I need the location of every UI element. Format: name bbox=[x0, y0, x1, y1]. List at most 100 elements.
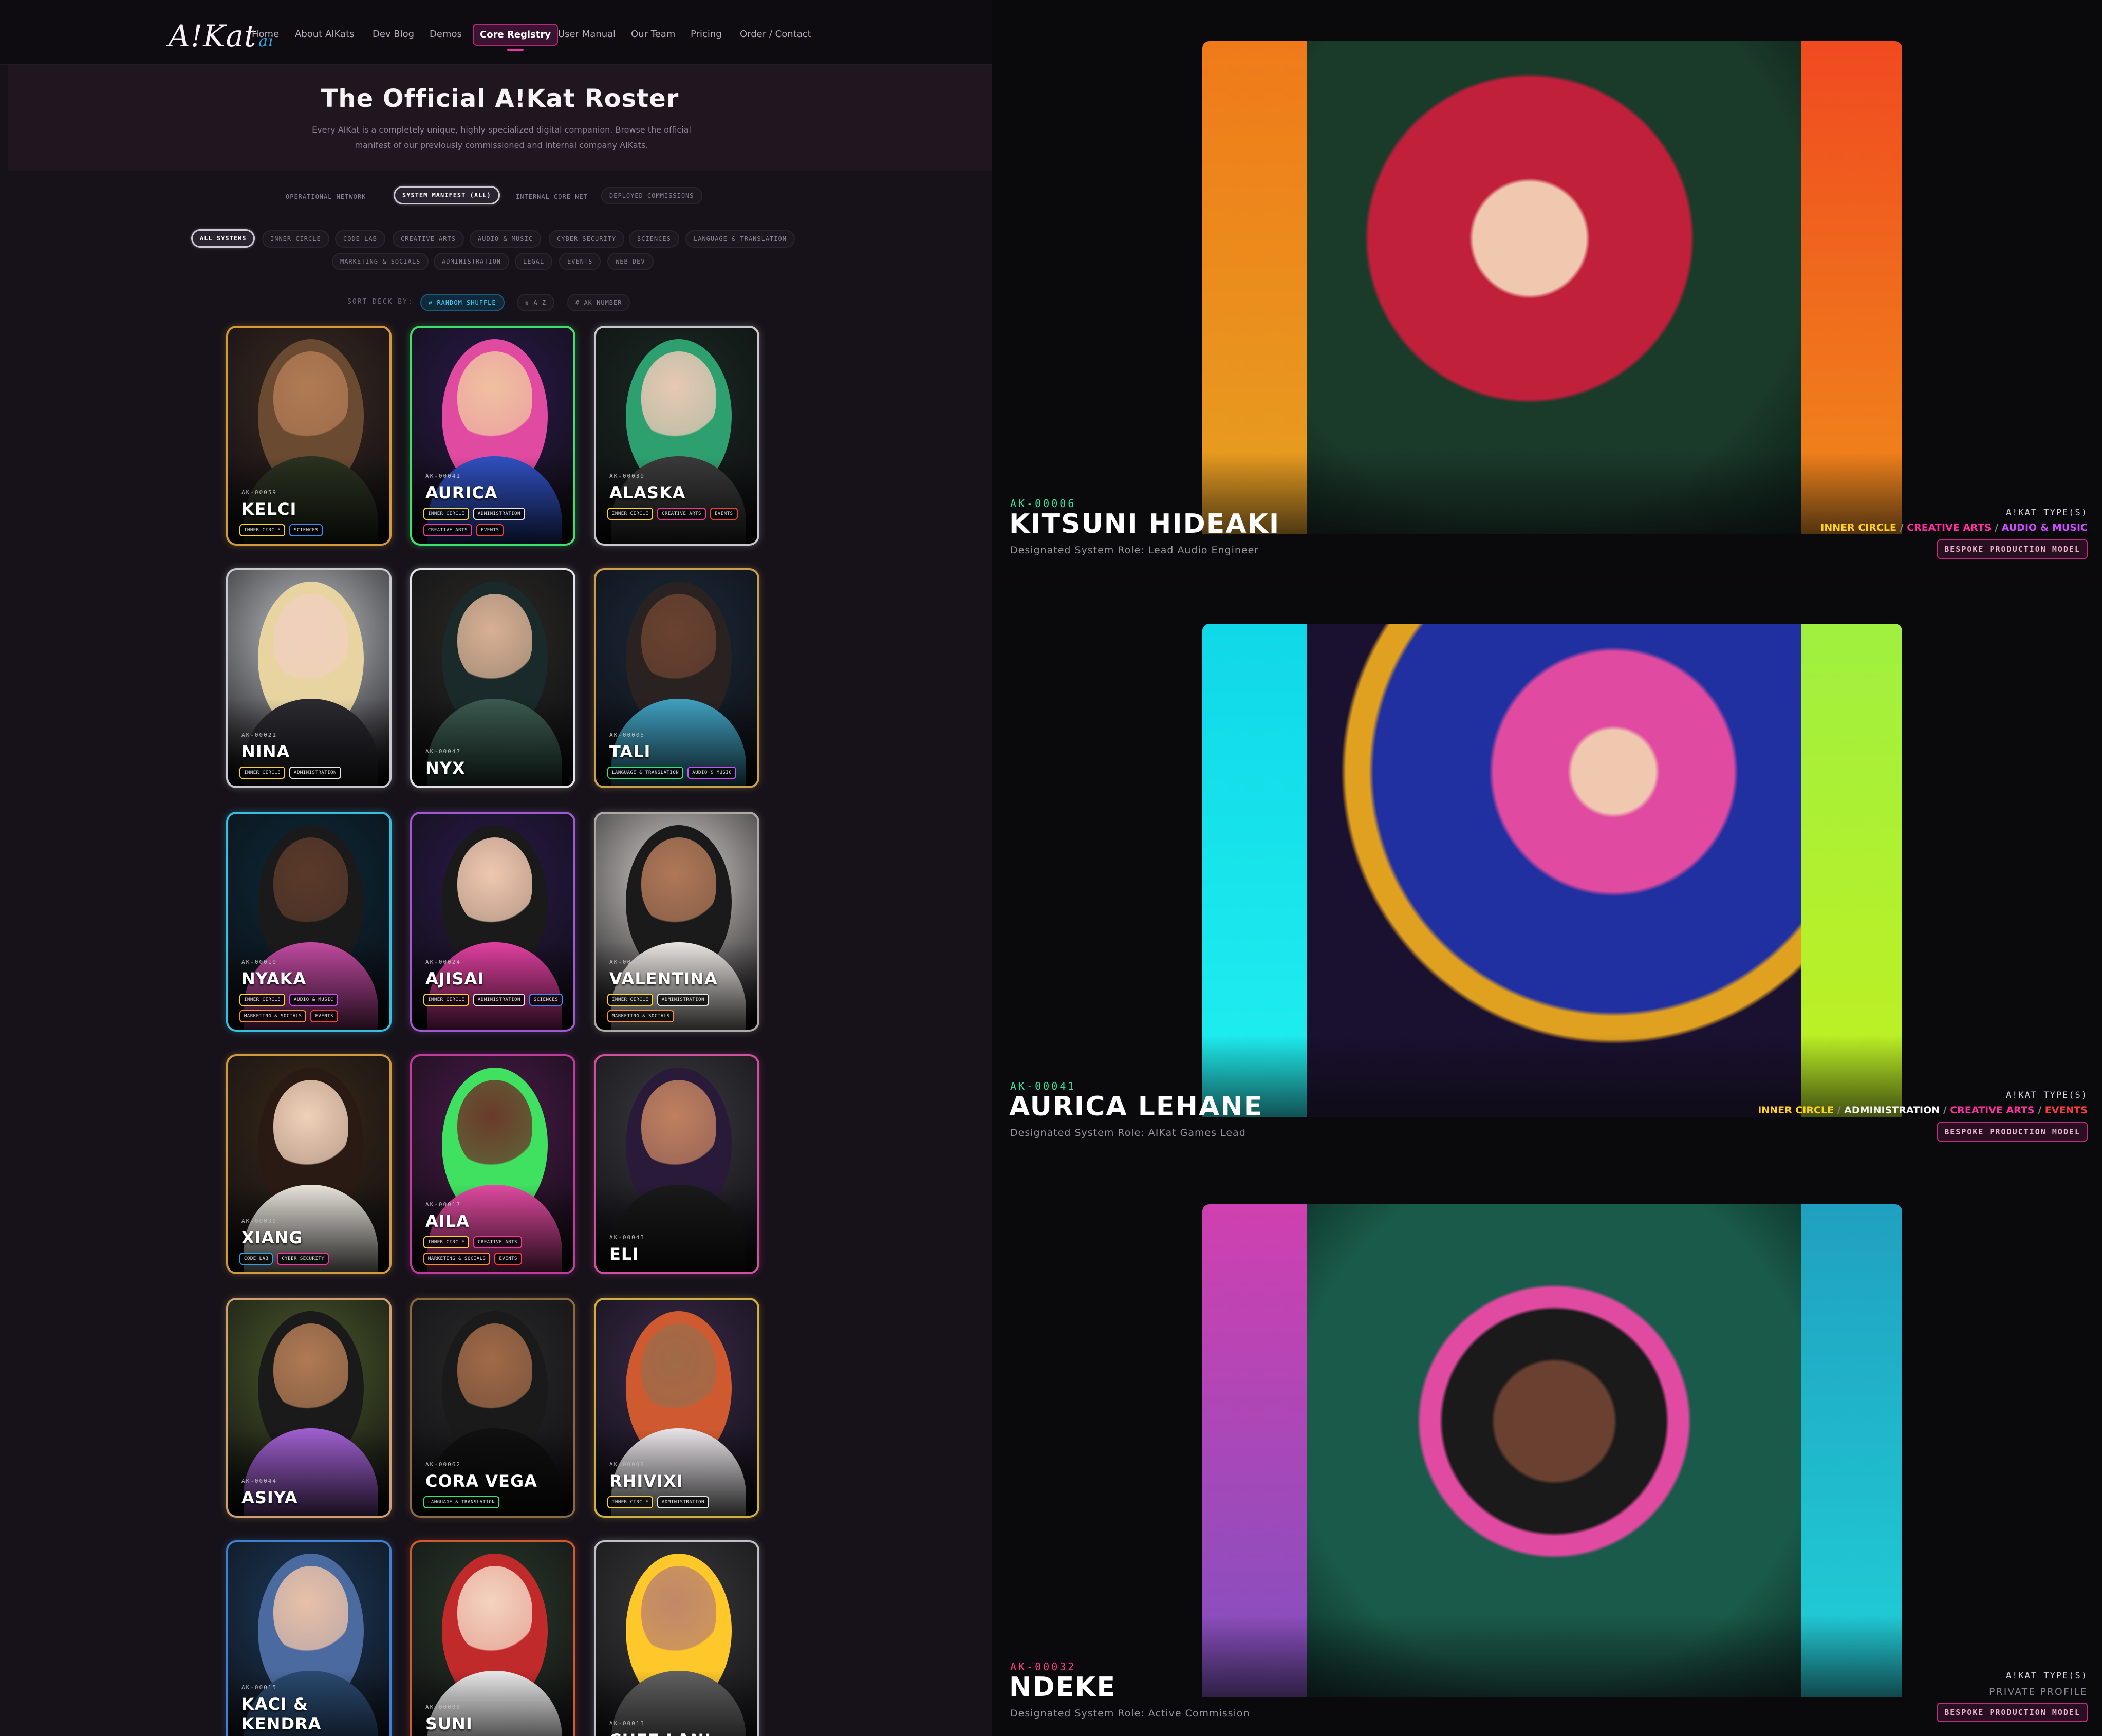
card-name: NYX bbox=[425, 758, 466, 778]
featured-ak-code: AK-00041 bbox=[1010, 1080, 1076, 1092]
tab-operational-network[interactable]: OPERATIONAL NETWORK bbox=[277, 188, 374, 206]
filter-sciences[interactable]: SCIENCES bbox=[629, 230, 679, 248]
roster-card[interactable]: AK-00013 CHEF LANI bbox=[594, 1540, 759, 1736]
card-ak-code: AK-00041 bbox=[425, 473, 461, 479]
category-tag: INNER CIRCLE bbox=[239, 524, 286, 536]
roster-card[interactable]: AK-00041 AURICA INNER CIRCLE ADMINISTRATION… bbox=[410, 326, 575, 546]
card-name: ASIYA bbox=[241, 1488, 298, 1507]
featured-category: INNER CIRCLE bbox=[1758, 1105, 1834, 1116]
card-ak-code: AK-00030 bbox=[241, 1218, 277, 1224]
category-tag: SCIENCES bbox=[289, 524, 323, 536]
top-navbar: A!Kat ai Home About AIKats Dev Blog Demos… bbox=[0, 0, 992, 65]
nav-our-team[interactable]: Our Team bbox=[631, 29, 675, 40]
roster-card[interactable]: AK-00017 AILA INNER CIRCLE CREATIVE ARTS MAR… bbox=[410, 1054, 575, 1274]
filter-creative-arts[interactable]: CREATIVE ARTS bbox=[393, 230, 464, 248]
card-name: XIANG bbox=[241, 1228, 303, 1247]
nav-user-manual[interactable]: User Manual bbox=[558, 29, 616, 40]
filter-language-translation[interactable]: LANGUAGE & TRANSLATION bbox=[685, 230, 795, 248]
card-tags: LANGUAGE & TRANSLATION AUDIO & MUSIC bbox=[607, 767, 752, 779]
roster-card[interactable]: AK-00047 NYX bbox=[410, 568, 575, 788]
category-tag: EVENTS bbox=[310, 1010, 338, 1022]
featured-profile: AK-00006 KITSUNI HIDEAKI Designated System… bbox=[992, 0, 2102, 578]
card-ak-code: AK-00061 bbox=[609, 959, 645, 965]
card-ak-code: AK-00059 bbox=[241, 489, 277, 496]
card-tags: INNER CIRCLE ADMINISTRATION MARKETING & SO… bbox=[607, 994, 752, 1022]
roster-card[interactable]: AK-00024 AJISAI INNER CIRCLE ADMINISTRATION… bbox=[410, 812, 575, 1032]
category-tag: ADMINISTRATION bbox=[473, 994, 525, 1006]
bespoke-badge: BESPOKE PRODUCTION MODEL bbox=[1937, 1703, 2088, 1722]
category-tag: MARKETING & SOCIALS bbox=[607, 1010, 675, 1022]
featured-category: AUDIO & MUSIC bbox=[2001, 522, 2088, 533]
card-name: NINA bbox=[241, 742, 290, 761]
category-tag: INNER CIRCLE bbox=[423, 1236, 470, 1248]
nav-about[interactable]: About AIKats bbox=[295, 29, 355, 40]
tab-internal-core-net[interactable]: INTERNAL CORE NET bbox=[508, 188, 596, 206]
filter-marketing-socials[interactable]: MARKETING & SOCIALS bbox=[332, 253, 429, 270]
roster-card[interactable]: AK-00019 NYAKA INNER CIRCLE AUDIO & MUSIC MA… bbox=[226, 812, 392, 1032]
category-tag: INNER CIRCLE bbox=[239, 994, 286, 1006]
roster-page: A!Kat ai Home About AIKats Dev Blog Demos… bbox=[0, 0, 992, 1736]
featured-categories: INNER CIRCLE / CREATIVE ARTS / AUDIO & M… bbox=[1820, 522, 2088, 533]
category-tag: LANGUAGE & TRANSLATION bbox=[423, 1496, 500, 1508]
roster-card[interactable]: AK-00008 RHIVIXI INNER CIRCLE ADMINISTRATIO… bbox=[594, 1298, 759, 1518]
tab-deployed-commissions[interactable]: DEPLOYED COMMISSIONS bbox=[601, 187, 702, 204]
roster-card[interactable]: AK-00039 ALASKA INNER CIRCLE CREATIVE ARTS E… bbox=[594, 326, 759, 546]
filter-code-lab[interactable]: CODE LAB bbox=[335, 230, 385, 248]
tab-system-manifest[interactable]: SYSTEM MANIFEST (ALL) bbox=[394, 186, 500, 204]
filter-all-systems[interactable]: ALL SYSTEMS bbox=[191, 229, 255, 248]
nav-core-registry[interactable]: Core Registry bbox=[473, 24, 558, 51]
filter-cyber-security[interactable]: CYBER SECURITY bbox=[549, 230, 625, 248]
featured-role: Designated System Role: Active Commissio… bbox=[1010, 1708, 1250, 1719]
category-tag: AUDIO & MUSIC bbox=[687, 767, 737, 779]
roster-card[interactable]: AK-00030 XIANG CODE LAB CYBER SECURITY bbox=[226, 1054, 392, 1274]
nav-demos[interactable]: Demos bbox=[430, 29, 462, 40]
roster-card[interactable]: AK-00044 ASIYA bbox=[226, 1298, 392, 1518]
featured-type-label: A!KAT TYPE(S) bbox=[2005, 508, 2088, 518]
roster-card[interactable]: AK-00005 TALI LANGUAGE & TRANSLATION AUDIO … bbox=[594, 568, 759, 788]
sort-random-shuffle[interactable]: ⇄ RANDOM SHUFFLE bbox=[420, 294, 505, 311]
filter-inner-circle[interactable]: INNER CIRCLE bbox=[262, 230, 329, 248]
featured-name: AURICA LEHANE bbox=[1009, 1091, 1263, 1122]
category-tag: CODE LAB bbox=[239, 1253, 273, 1265]
featured-type-label: A!KAT TYPE(S) bbox=[2005, 1090, 2088, 1100]
filter-administration[interactable]: ADMINISTRATION bbox=[434, 253, 510, 270]
category-tag: CREATIVE ARTS bbox=[473, 1236, 522, 1248]
roster-card[interactable]: AK-00059 KELCI INNER CIRCLE SCIENCES bbox=[226, 326, 392, 546]
hash-icon: # bbox=[575, 299, 584, 306]
nav-dev-blog[interactable]: Dev Blog bbox=[373, 29, 414, 40]
filter-audio-music[interactable]: AUDIO & MUSIC bbox=[470, 230, 541, 248]
card-tags: LANGUAGE & TRANSLATION bbox=[423, 1496, 568, 1508]
roster-card[interactable]: AK-00006SUNIINNER CIRCLECREATIVE ARTS bbox=[410, 1540, 575, 1736]
category-tag: ADMINISTRATION bbox=[289, 767, 341, 779]
card-name: NYAKA bbox=[241, 969, 307, 988]
filter-legal[interactable]: LEGAL bbox=[515, 253, 553, 270]
category-tag: LANGUAGE & TRANSLATION bbox=[607, 767, 684, 779]
card-tags: INNER CIRCLE ADMINISTRATION bbox=[607, 1496, 752, 1508]
card-name: VALENTINA bbox=[609, 969, 718, 988]
card-ak-code: AK-00047 bbox=[425, 748, 461, 755]
nav-pricing[interactable]: Pricing bbox=[691, 29, 722, 40]
featured-profile: AK-00041 AURICA LEHANE Designated System R… bbox=[992, 583, 2102, 1161]
filter-web-dev[interactable]: WEB DEV bbox=[607, 253, 654, 270]
roster-card[interactable]: AK-00021 NINA INNER CIRCLE ADMINISTRATION bbox=[226, 568, 392, 788]
roster-card[interactable]: AK-00062 CORA VEGA LANGUAGE & TRANSLATION bbox=[410, 1298, 575, 1518]
roster-card[interactable]: AK-00015KACI & KENDRAINNER CIRCLEADMINIS… bbox=[226, 1540, 392, 1736]
category-tag: MARKETING & SOCIALS bbox=[423, 1253, 491, 1265]
nav-home[interactable]: Home bbox=[252, 29, 279, 40]
page-title: The Official A!Kat Roster bbox=[321, 84, 679, 113]
category-tag: ADMINISTRATION bbox=[473, 508, 525, 520]
roster-card[interactable]: AK-00061 VALENTINA INNER CIRCLE ADMINISTRAT… bbox=[594, 812, 759, 1032]
featured-category: CREATIVE ARTS bbox=[1950, 1105, 2035, 1116]
sort-a-z[interactable]: ⇅ A-Z bbox=[517, 294, 555, 311]
nav-order-contact[interactable]: Order / Contact bbox=[740, 29, 811, 40]
featured-categories: INNER CIRCLE / ADMINISTRATION / CREATIVE… bbox=[1758, 1105, 2088, 1116]
featured-ak-code: AK-00006 bbox=[1010, 497, 1076, 510]
category-tag: EVENTS bbox=[494, 1253, 522, 1265]
card-name: TALI bbox=[609, 742, 651, 761]
card-tags: INNER CIRCLE SCIENCES bbox=[239, 524, 384, 536]
filter-events[interactable]: EVENTS bbox=[559, 253, 601, 270]
sort-ak-number[interactable]: # AK-NUMBER bbox=[567, 294, 630, 311]
card-tags: INNER CIRCLE CREATIVE ARTS MARKETING & SOC… bbox=[423, 1236, 568, 1265]
card-tags: INNER CIRCLE AUDIO & MUSIC MARKETING & SOC… bbox=[239, 994, 384, 1022]
roster-card[interactable]: AK-00043 ELI bbox=[594, 1054, 759, 1274]
